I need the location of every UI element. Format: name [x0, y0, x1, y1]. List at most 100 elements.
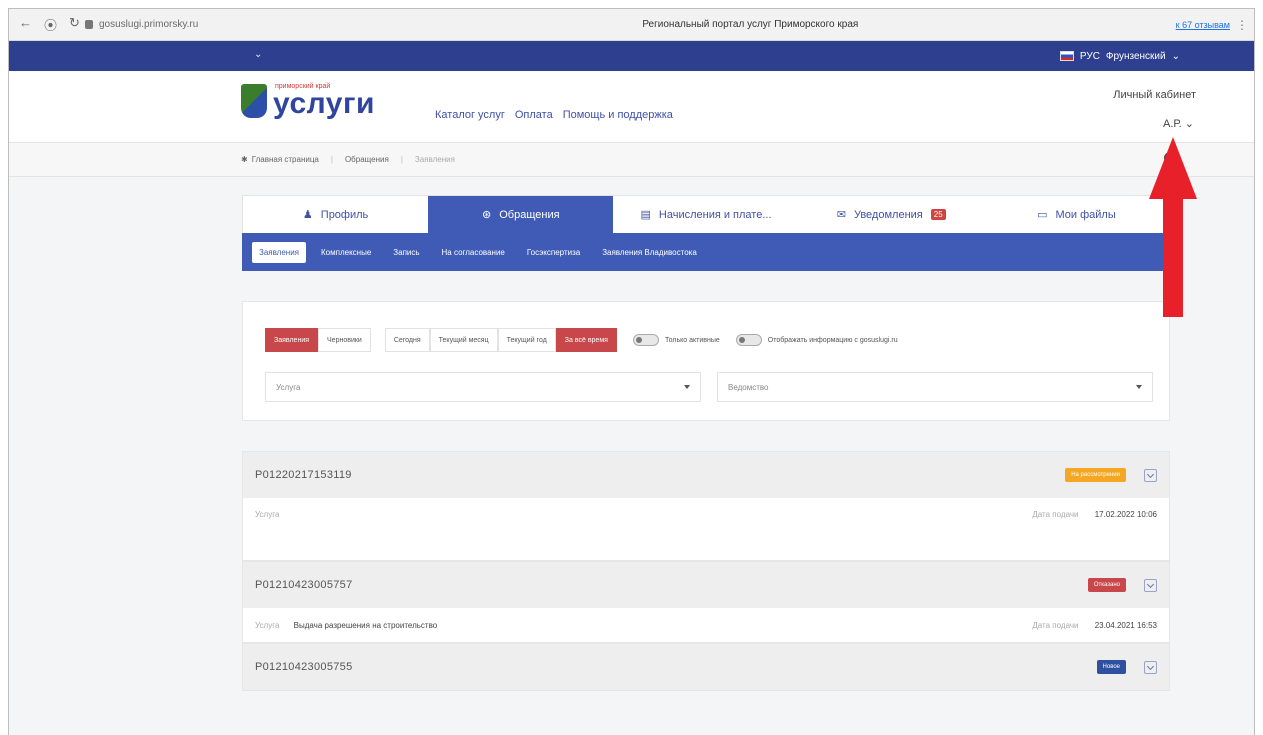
filter-applications-button[interactable]: Заявления	[265, 328, 319, 352]
region-label[interactable]: Фрунзенский	[1106, 51, 1166, 62]
subtab-complex[interactable]: Комплексные	[314, 242, 378, 263]
language-label[interactable]: РУС	[1080, 51, 1100, 62]
date-value: 17.02.2022 10:06	[1094, 510, 1157, 519]
application-id: P01210423005755	[255, 661, 353, 673]
filter-today-button[interactable]: Сегодня	[384, 328, 430, 352]
filter-alltime-button[interactable]: За всё время	[555, 328, 617, 352]
expand-chevron-icon[interactable]	[1144, 578, 1157, 592]
subtab-appointments[interactable]: Запись	[386, 242, 426, 263]
tab-label: Профиль	[320, 208, 369, 221]
tab-profile[interactable]: ♟ Профиль	[243, 196, 428, 233]
requests-icon: ⊛	[482, 209, 492, 221]
service-select[interactable]: Услуга	[265, 372, 701, 402]
page-title: Региональный портал услуг Приморского кр…	[642, 19, 859, 30]
annotation-arrow-icon	[1149, 137, 1197, 317]
agency-select-placeholder: Ведомство	[728, 382, 769, 392]
lock-icon	[85, 20, 93, 29]
filter-month-button[interactable]: Текущий месяц	[429, 328, 498, 352]
chevron-down-icon[interactable]: ⌄	[254, 49, 262, 60]
caret-down-icon	[1136, 385, 1142, 389]
payments-icon: ▤	[640, 209, 651, 221]
application-card[interactable]: P01210423005755 Новое	[242, 643, 1170, 691]
filters-panel: Заявления Черновики Сегодня Текущий меся…	[242, 301, 1170, 421]
breadcrumb-home[interactable]: Главная страница	[252, 155, 319, 164]
breadcrumb-separator: |	[330, 155, 333, 164]
breadcrumb-requests[interactable]: Обращения	[345, 155, 389, 164]
user-menu[interactable]: А.Р. ⌄	[1163, 117, 1194, 130]
application-details: Услуга Выдача разрешения на строительств…	[243, 608, 1169, 642]
flag-icon	[1059, 51, 1074, 61]
region-selector[interactable]: РУС Фрунзенский ⌄	[1059, 51, 1180, 62]
subtab-expertise[interactable]: Госэкспертиза	[520, 242, 587, 263]
breadcrumb-separator: |	[400, 155, 403, 164]
service-label: Услуга	[255, 620, 280, 630]
expand-chevron-icon[interactable]	[1144, 468, 1157, 482]
more-icon[interactable]: ⋮	[1236, 18, 1248, 32]
cabinet-link[interactable]: Личный кабинет	[1113, 89, 1196, 101]
main-content: ♟ Профиль ⊛ Обращения ▤ Начисления и пла…	[242, 195, 1170, 691]
forward-icon[interactable]: ⦿	[44, 15, 57, 34]
nav-catalog[interactable]: Каталог услуг	[435, 109, 505, 121]
active-only-toggle[interactable]	[632, 334, 659, 346]
application-header[interactable]: P01220217153119 На рассмотрении	[243, 452, 1169, 498]
notifications-icon: ✉	[836, 209, 846, 221]
service-label: Услуга	[255, 510, 280, 519]
address-bar[interactable]: gosuslugi.primorsky.ru	[85, 19, 325, 30]
filter-drafts-button[interactable]: Черновики	[318, 328, 371, 352]
application-header[interactable]: P01210423005757 Отказано	[243, 562, 1169, 608]
breadcrumb-current: Заявления	[414, 155, 455, 164]
back-icon[interactable]: ←	[19, 15, 32, 34]
request-subtabs: Заявления Комплексные Запись На согласов…	[242, 233, 1170, 271]
cabinet-tabs: ♟ Профиль ⊛ Обращения ▤ Начисления и пла…	[242, 195, 1170, 233]
breadcrumb: ✱ Главная страница | Обращения | Заявлен…	[9, 143, 1254, 177]
application-id: P01220217153119	[255, 469, 352, 481]
emblem-icon	[241, 84, 267, 118]
user-icon: ♟	[302, 209, 313, 221]
status-badge: Отказано	[1087, 578, 1126, 592]
subtab-approval[interactable]: На согласование	[435, 242, 512, 263]
logo-title: услуги	[273, 87, 375, 120]
subtab-applications[interactable]: Заявления	[252, 241, 307, 263]
expand-chevron-icon[interactable]	[1144, 660, 1157, 674]
subtab-vladivostok[interactable]: Заявления Владивостока	[595, 242, 704, 263]
reviews-link[interactable]: к 67 отзывам	[1176, 20, 1230, 30]
service-value: Выдача разрешения на строительство	[293, 620, 438, 630]
application-id: P01210423005757	[255, 579, 353, 591]
service-select-placeholder: Услуга	[276, 382, 301, 392]
gosuslugi-label: Отображать информацию с gosuslugi.ru	[767, 336, 898, 344]
browser-nav: ← ⦿ ↻	[9, 15, 85, 34]
region-caret-icon[interactable]: ⌄	[1172, 51, 1180, 62]
browser-window: ← ⦿ ↻ gosuslugi.primorsky.ru Региональны…	[8, 8, 1255, 735]
status-badge: Новое	[1096, 660, 1126, 674]
reload-icon[interactable]: ↻	[69, 15, 80, 34]
browser-bar: ← ⦿ ↻ gosuslugi.primorsky.ru Региональны…	[9, 9, 1254, 41]
agency-select[interactable]: Ведомство	[717, 372, 1153, 402]
application-header[interactable]: P01210423005755 Новое	[243, 644, 1169, 690]
tab-notifications[interactable]: ✉ Уведомления 25	[799, 196, 984, 233]
site-logo[interactable]: приморский край услуги	[241, 83, 375, 120]
tab-requests[interactable]: ⊛ Обращения	[428, 196, 614, 233]
home-icon[interactable]: ✱	[241, 155, 248, 164]
folder-icon: ▭	[1037, 209, 1048, 221]
date-value: 23.04.2021 16:53	[1094, 620, 1157, 630]
gosuslugi-toggle[interactable]	[735, 334, 762, 346]
tab-files[interactable]: ▭ Мои файлы	[984, 196, 1169, 233]
site-header: приморский край услуги Каталог услуг Опл…	[9, 71, 1254, 143]
tab-label: Обращения	[499, 208, 560, 221]
tab-label: Мои файлы	[1055, 208, 1116, 221]
tab-label: Начисления и плате...	[658, 208, 772, 221]
url-text[interactable]: gosuslugi.primorsky.ru	[99, 19, 198, 30]
date-label: Дата подачи	[1032, 510, 1079, 519]
caret-down-icon	[684, 385, 690, 389]
status-badge: На рассмотрении	[1065, 468, 1126, 482]
application-card[interactable]: P01220217153119 На рассмотрении Услуга Д…	[242, 451, 1170, 561]
application-details: Услуга Дата подачи 17.02.2022 10:06	[243, 498, 1169, 560]
main-nav: Каталог услуг Оплата Помощь и поддержка	[435, 109, 673, 121]
nav-payment[interactable]: Оплата	[515, 109, 553, 121]
tab-label: Уведомления	[853, 208, 923, 221]
nav-help[interactable]: Помощь и поддержка	[563, 109, 673, 121]
filter-year-button[interactable]: Текущий год	[497, 328, 556, 352]
application-card[interactable]: P01210423005757 Отказано Услуга Выдача р…	[242, 561, 1170, 643]
tab-payments[interactable]: ▤ Начисления и плате...	[613, 196, 798, 233]
active-only-label: Только активные	[664, 336, 720, 344]
